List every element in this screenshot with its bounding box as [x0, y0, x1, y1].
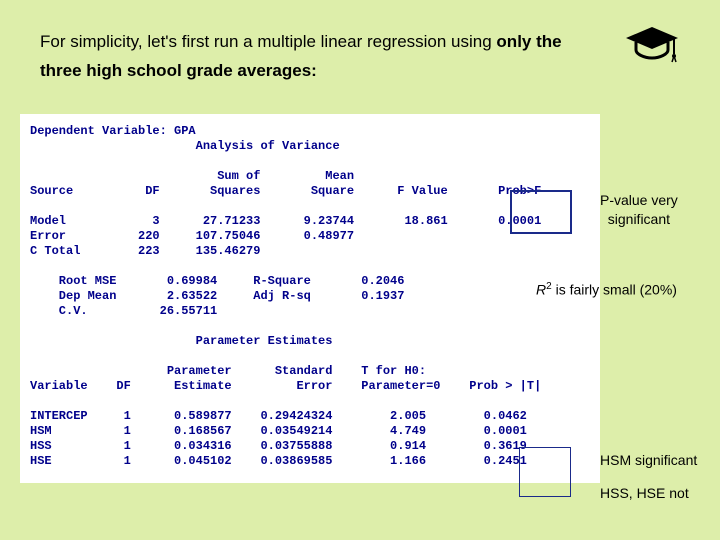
- label-pvalue: P-value very significant: [600, 191, 678, 229]
- label-hss-hse: HSS, HSE not: [600, 484, 689, 503]
- highlight-box-probf: [510, 190, 572, 234]
- label-hsm: HSM significant: [600, 451, 697, 470]
- intro-text: For simplicity, let's first run a multip…: [40, 28, 600, 86]
- sas-output-text: Dependent Variable: GPA Analysis of Vari…: [30, 124, 590, 469]
- graduation-cap-icon: [624, 24, 680, 64]
- label-r2: R2 is fairly small (20%): [536, 280, 677, 300]
- label-pvalue-l2: significant: [608, 211, 670, 227]
- sas-output-panel: Dependent Variable: GPA Analysis of Vari…: [20, 114, 600, 483]
- highlight-box-probt: [519, 447, 571, 497]
- label-pvalue-l1: P-value very: [600, 192, 678, 208]
